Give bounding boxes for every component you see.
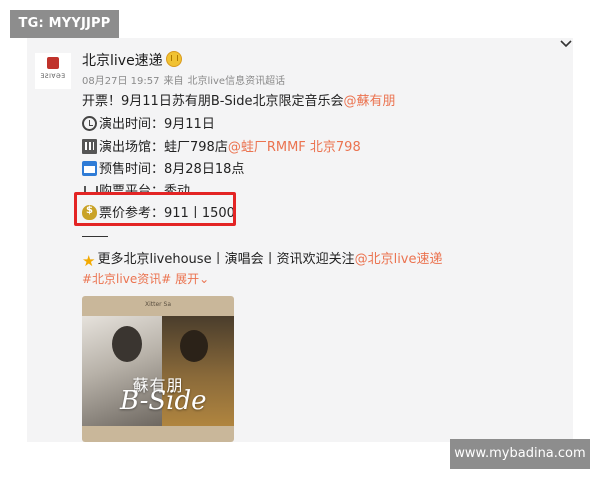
follow-mention-link[interactable]: @北京live速递 [355,252,443,267]
chevron-down-icon[interactable] [559,38,573,50]
post-title-line: 开票！9月11日苏有朋B-Side北京限定音乐会@蘇有朋 [82,90,396,109]
venue-building-icon [82,139,97,154]
watermark-bottom-right: www.mybadina.com [450,439,590,469]
expand-chevron-icon: ⌄ [199,272,210,286]
title-mention-link[interactable]: @蘇有朋 [344,94,396,109]
avatar-logo-icon [47,57,59,69]
watermark-top-left: TG: MYYJJPP [10,10,119,38]
presale-line: 预售时间：8月28日18点 [82,158,244,177]
show-time-text: 演出时间：9月11日 [99,117,215,132]
presale-text: 预售时间：8月28日18点 [99,162,245,177]
calendar-icon [82,161,97,176]
post-source-prefix: 来自 [163,76,184,87]
venue-line: 演出场馆：蛙厂798店@蛙厂RMMF 北京798 [82,136,361,155]
star-icon: ★ [82,252,96,270]
venue-text: 演出场馆：蛙厂798店 [99,140,228,155]
poster-bside-title: B-Side [120,386,207,416]
avatar-label: ƎƧІ∀ӘƎ [40,73,66,80]
post-title: 开票！9月11日苏有朋B-Side北京限定音乐会 [82,94,344,109]
expand-link[interactable]: 展开⌄ [175,272,209,286]
venue-mention-link[interactable]: @蛙厂RMMF 北京798 [228,140,361,155]
price-highlight-box [74,192,236,226]
alarm-clock-icon [82,116,97,131]
show-time-line: 演出时间：9月11日 [82,113,215,132]
avatar[interactable]: ƎƧІ∀ӘƎ [35,53,71,89]
concert-poster-image[interactable]: Xitter Sa 蘇有朋 B-Side [82,296,234,442]
hashtag-link[interactable]: #北京live资讯# [82,272,171,286]
post-date: 08月27日 19:57 [82,76,160,87]
poster-top-label: Xitter Sa [144,301,172,308]
crown-badge-icon [166,51,182,67]
follow-line: ★ 更多北京livehouse丨演唱会丨资讯欢迎关注@北京live速递 [82,248,443,269]
hashtag-line: #北京live资讯# 展开⌄ [82,270,209,287]
divider-line [82,236,108,237]
post-source[interactable]: 北京live信息资讯超话 [187,76,285,87]
expand-label: 展开 [175,272,200,286]
post-username[interactable]: 北京live速递 [82,50,163,70]
follow-text: 更多北京livehouse丨演唱会丨资讯欢迎关注 [97,252,355,267]
post-meta: 08月27日 19:57 来自 北京live信息资讯超话 [82,72,289,87]
